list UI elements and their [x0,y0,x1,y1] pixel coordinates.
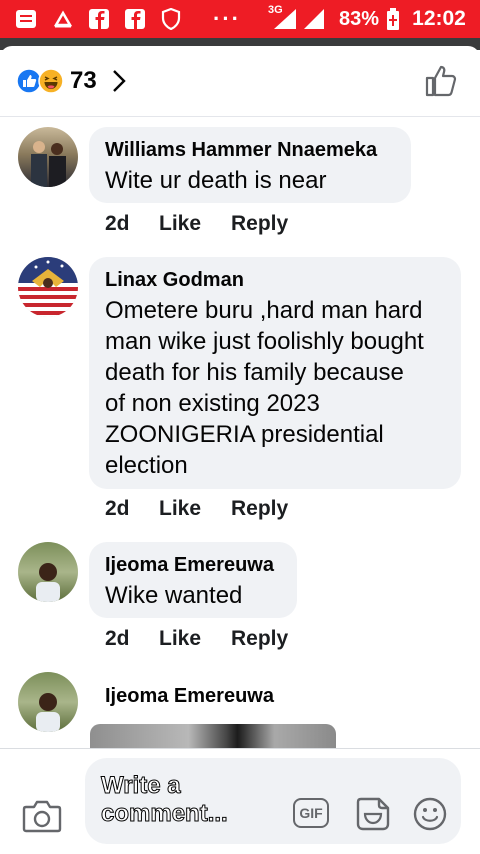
comment-text-line: man wike just foolishly bought [105,328,424,355]
reactions-count: 73 [70,67,97,94]
comment-input[interactable]: Write a comment... GIF [85,758,461,844]
comment-time: 2d [105,497,130,520]
comment-image[interactable] [90,724,336,748]
comment-text-line: Ometere buru ,hard man hard [105,297,423,324]
gif-label: GIF [299,805,323,821]
gif-button[interactable]: GIF [293,798,329,828]
comment-author[interactable]: Linax Godman [105,268,244,292]
comment-text: Wite ur death is near [105,167,327,194]
haha-reaction-icon [38,68,64,94]
comment-text-line: election [105,452,188,479]
camera-icon [22,800,62,833]
reactions-divider [0,116,480,117]
comment-bubble: Ijeoma Emereuwa Wike wanted [89,542,297,618]
app-notification-icon [52,8,74,30]
more-notifications-icon: ··· [213,6,241,31]
comment-text-line: ZOONIGERIA presidential [105,421,384,448]
comment-actions: 2d Like Reply [105,627,288,651]
signal-icon-2 [302,8,326,30]
signal-icon: 3G [268,4,300,30]
placeholder-line: comment... [101,800,229,828]
comment-text: Wike wanted [105,582,243,609]
comment-actions: 2d Like Reply [105,497,288,521]
shield-icon [160,8,182,30]
emoji-icon [413,797,447,831]
thumbs-up-outline-icon [425,65,457,97]
chevron-right-icon [111,69,127,93]
comment-author[interactable]: Ijeoma Emereuwa [105,684,274,708]
comment-time: 2d [105,627,130,650]
sticker-icon [356,797,390,831]
composer-divider [0,748,480,749]
reply-link[interactable]: Reply [231,497,288,521]
avatar[interactable] [18,542,78,602]
comment-text-line: death for his family because [105,359,404,386]
comment-actions: 2d Like Reply [105,212,288,236]
comment-author[interactable]: Williams Hammer Nnaemeka [105,138,377,162]
message-icon [14,8,38,30]
facebook-notification-icon [88,8,110,30]
reactions-summary[interactable]: 73 [16,66,127,96]
comment-text-line: of non existing 2023 [105,390,320,417]
battery-charging-icon [386,8,400,30]
comment-time: 2d [105,212,130,235]
like-link[interactable]: Like [159,497,231,521]
like-link[interactable]: Like [159,627,231,651]
comment-bubble: Williams Hammer Nnaemeka Wite ur death i… [89,127,411,203]
comment-author[interactable]: Ijeoma Emereuwa [105,553,274,577]
avatar[interactable] [18,127,78,187]
camera-button[interactable] [22,798,62,834]
network-type: 3G [268,4,283,16]
comment-placeholder: Write a comment... [101,772,229,828]
facebook-notification-icon-2 [124,8,146,30]
like-link[interactable]: Like [159,212,231,236]
comment-text: Ometere buru ,hard man hard man wike jus… [105,295,424,481]
avatar[interactable] [18,672,78,732]
reply-link[interactable]: Reply [231,627,288,651]
status-bar: ··· 3G 83% 12:02 [0,0,480,38]
placeholder-line: Write a [101,772,182,800]
reactions-bar: 73 [0,46,480,116]
reply-link[interactable]: Reply [231,212,288,236]
comment-bubble: Linax Godman Ometere buru ,hard man hard… [89,257,461,489]
sticker-button[interactable] [353,796,391,832]
battery-percent: 83% [338,7,380,30]
emoji-button[interactable] [413,797,449,833]
clock: 12:02 [412,7,466,30]
avatar[interactable] [18,257,78,317]
like-post-button[interactable] [424,64,458,98]
